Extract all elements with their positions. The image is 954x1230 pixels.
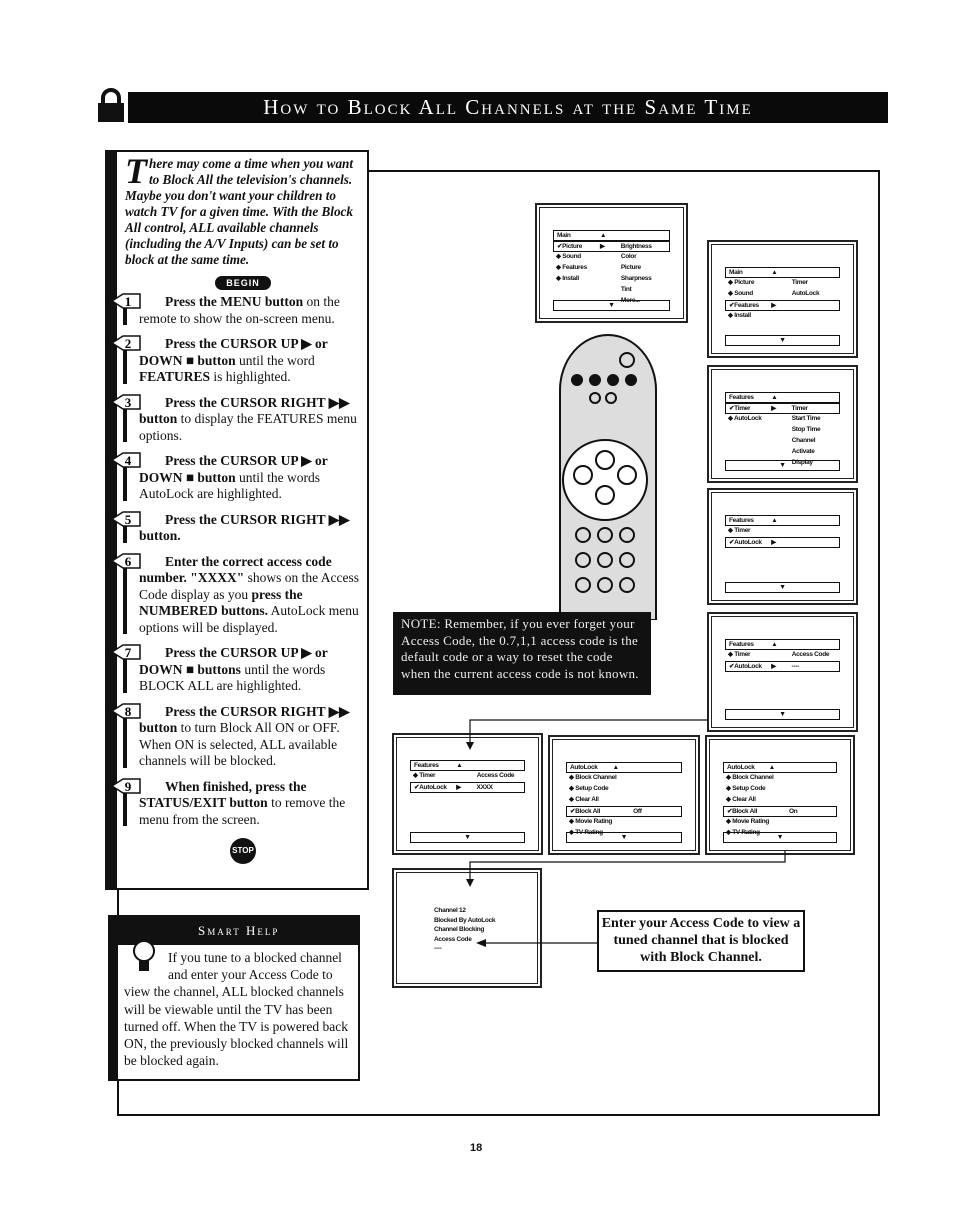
menu-row: ◆ Picture Timer — [728, 279, 808, 286]
intro-text: There may come a time when you want to B… — [125, 151, 361, 268]
menu-row: ◆ Timer — [728, 527, 751, 534]
step-number-icon: 5 — [111, 510, 141, 527]
remote-control-illustration — [559, 334, 657, 620]
menu-row: Stop Time — [791, 426, 821, 433]
menu-row: Main ▲ — [553, 230, 670, 241]
menu-row: Main ▲ — [725, 267, 840, 278]
page-title: How to Block All Channels at the Same Ti… — [128, 92, 888, 123]
menu-row: ✔Timer ▶ Timer — [725, 403, 840, 414]
menu-screen-4: Features ▲ ◆ Timer ✔AutoLock ▶ ▼ — [707, 488, 858, 605]
menu-screen-3: Features ▲ ✔Timer ▶ Timer ◆ AutoLock Start Tim… — [707, 365, 858, 483]
step-text: Press the MENU button — [165, 294, 304, 309]
down-arrow-icon: ▼ — [725, 460, 840, 471]
down-arrow-icon: ▼ — [725, 582, 840, 593]
step-9: 9 When finished, press the STATUS/EXIT bu… — [111, 777, 361, 829]
menu-row: ◆ Timer Access Code — [728, 651, 830, 658]
menu-row: ✔Features ▶ — [725, 300, 840, 311]
step-8: 8 Press the CURSOR RIGHT ▶▶ button to tur… — [111, 702, 361, 770]
svg-text:3: 3 — [125, 395, 132, 410]
access-code-callout: Enter your Access Code to view a tuned c… — [597, 910, 805, 972]
step-text: is highlighted. — [210, 369, 291, 384]
step-4: 4 Press the CURSOR UP ▶ or DOWN ■ button … — [111, 452, 361, 503]
svg-text:7: 7 — [125, 645, 132, 660]
menu-row: ◆ Install — [728, 312, 751, 319]
menu-row: Activate — [791, 448, 815, 455]
down-arrow-icon: ▼ — [553, 300, 670, 311]
step-number-icon: 7 — [111, 644, 141, 660]
menu-row: ◆ Features Picture — [556, 264, 641, 271]
step-number-icon: 6 — [111, 552, 141, 569]
step-number-icon: 9 — [111, 777, 141, 794]
down-arrow-icon: ▼ — [725, 335, 840, 346]
menu-row: Channel — [791, 437, 816, 444]
step-6: 6 Enter the correct access code number. "… — [111, 552, 361, 637]
lightbulb-icon — [133, 940, 155, 971]
menu-row: ✔AutoLock ▶ ---- — [725, 661, 840, 672]
step-3: 3 Press the CURSOR RIGHT ▶▶ button to dis… — [111, 393, 361, 445]
svg-text:2: 2 — [125, 336, 132, 351]
stop-icon: STOP — [230, 838, 256, 864]
smart-help-box: Smart Help If you tune to a blocked chan… — [108, 915, 360, 1081]
page-number: 18 — [470, 1142, 483, 1154]
step-7: 7 Press the CURSOR UP ▶ or DOWN ■ buttons… — [111, 644, 361, 695]
menu-row: ◆ Sound Color — [556, 253, 637, 260]
step-2: 2 Press the CURSOR UP ▶ or DOWN ■ button … — [111, 335, 361, 386]
step-text: FEATURES — [139, 369, 211, 384]
steps-list: 1 Press the MENU button on the remote to … — [111, 293, 361, 829]
note-box: NOTE: Remember, if you ever forget your … — [393, 612, 651, 695]
menu-row: Features ▲ — [725, 392, 840, 403]
drop-cap: T — [125, 151, 147, 191]
svg-text:9: 9 — [125, 779, 132, 794]
menu-row: Features ▲ — [725, 515, 840, 526]
svg-text:4: 4 — [125, 453, 132, 468]
menu-row: ◆ Install Sharpness — [556, 275, 652, 282]
menu-row: Tint — [620, 286, 632, 293]
intro-body: here may come a time when you want to Bl… — [125, 156, 354, 267]
menu-row: Features ▲ — [725, 639, 840, 650]
menu-screen-1: Main ▲ ✔Picture ▶ Brightness ◆ Sound Color ◆ Fe… — [535, 203, 688, 323]
svg-text:1: 1 — [125, 294, 132, 309]
svg-text:8: 8 — [125, 704, 132, 719]
lock-icon — [98, 88, 124, 122]
menu-row: ◆ Sound AutoLock — [728, 290, 820, 297]
step-number-icon: 4 — [111, 452, 141, 468]
instructions-column: There may come a time when you want to B… — [105, 150, 369, 890]
menu-row: ◆ AutoLock Start Time — [728, 415, 821, 422]
step-number-icon: 3 — [111, 393, 141, 410]
step-text: until the word — [235, 352, 315, 368]
step-5: 5 Press the CURSOR RIGHT ▶▶ button. — [111, 510, 361, 545]
step-1: 1 Press the MENU button on the remote to … — [111, 293, 361, 327]
svg-text:6: 6 — [125, 554, 132, 569]
menu-screen-2: Main ▲ ◆ Picture Timer ◆ Sound AutoLock ✔Featu… — [707, 240, 858, 358]
menu-row: ✔AutoLock ▶ — [725, 537, 840, 548]
step-number-icon: 1 — [111, 293, 141, 309]
svg-text:5: 5 — [125, 512, 132, 527]
step-text: Press the CURSOR RIGHT ▶▶ button. — [139, 511, 350, 544]
menu-row: ✔Picture ▶ Brightness — [553, 241, 670, 252]
step-number-icon: 2 — [111, 335, 141, 351]
begin-badge: BEGIN — [215, 276, 271, 290]
step-number-icon: 8 — [111, 702, 141, 719]
